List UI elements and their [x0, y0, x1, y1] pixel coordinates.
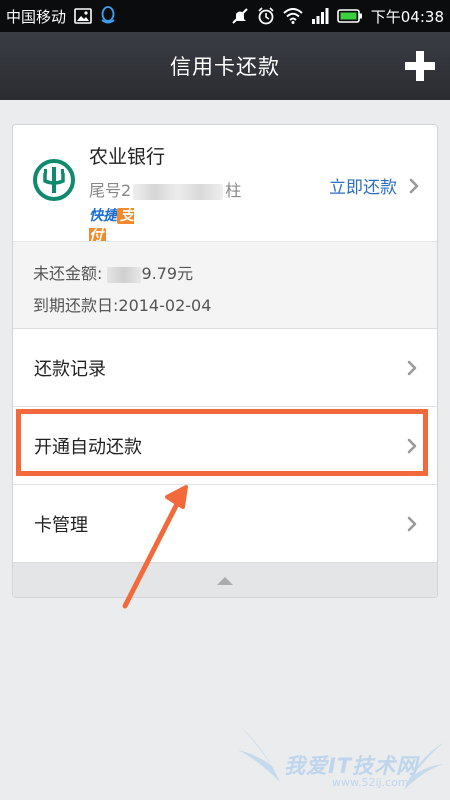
qq-icon	[100, 6, 116, 26]
collapse-button[interactable]	[13, 563, 437, 597]
chevron-right-icon	[407, 360, 417, 375]
signal-icon	[311, 8, 329, 24]
blurred-card-number	[133, 183, 224, 200]
wings-logo-icon	[238, 724, 444, 790]
clock-time: 下午04:38	[370, 7, 444, 26]
abc-bank-logo-icon	[33, 159, 75, 201]
battery-icon	[336, 9, 363, 23]
menu-item-repayment-records[interactable]: 还款记录	[13, 329, 437, 407]
chevron-right-icon	[409, 178, 419, 193]
menu-item-card-management[interactable]: 卡管理	[13, 485, 437, 563]
quickpay-text-a: 快捷	[89, 208, 117, 224]
pay-now-label: 立即还款	[329, 178, 397, 198]
add-card-button[interactable]	[400, 46, 440, 86]
status-bar: 中国移动 下午04:38	[0, 0, 450, 32]
app-header: 信用卡还款	[0, 32, 450, 100]
card-tail-number: 尾号2 柱	[89, 177, 241, 201]
watermark: 我爱IT技术网 www.52ij.com	[236, 720, 446, 798]
page-title: 信用卡还款	[170, 55, 280, 79]
bank-card-row: 农业银行 尾号2 柱 快捷 支付 立即还款	[13, 125, 437, 244]
triangle-up-icon	[217, 577, 233, 585]
mute-icon	[231, 7, 249, 25]
tail-prefix: 尾号2	[89, 181, 132, 200]
alarm-icon	[257, 7, 275, 25]
plus-icon	[405, 51, 435, 81]
due-date: 到期还款日:2014-02-04	[33, 296, 212, 315]
menu-label: 开通自动还款	[34, 436, 142, 458]
bank-name: 农业银行	[89, 146, 166, 168]
unpaid-amount: 未还金额: 9.79元	[33, 260, 193, 284]
watermark-url: www.52ij.com	[332, 776, 409, 789]
pay-now-link[interactable]: 立即还款	[329, 173, 419, 198]
bill-info: 未还金额: 9.79元 到期还款日:2014-02-04	[13, 241, 437, 329]
tail-suffix: 柱	[225, 181, 242, 200]
unpaid-label: 未还金额:	[33, 264, 108, 283]
wifi-icon	[283, 8, 303, 24]
unpaid-amount-value: 9.79元	[141, 264, 194, 283]
blurred-amount	[107, 266, 142, 283]
carrier-label: 中国移动	[6, 7, 67, 26]
watermark-text: 我爱IT技术网	[284, 754, 419, 778]
image-icon	[74, 8, 92, 24]
chevron-right-icon	[407, 438, 417, 453]
menu-label: 还款记录	[34, 358, 106, 380]
chevron-right-icon	[407, 516, 417, 531]
menu-item-auto-repayment[interactable]: 开通自动还款	[13, 407, 437, 485]
quickpay-badge: 快捷 支付	[89, 205, 149, 244]
menu-label: 卡管理	[34, 514, 88, 536]
credit-card-panel: 农业银行 尾号2 柱 快捷 支付 立即还款 未还金额: 9.79元 到期还款日:20…	[12, 124, 438, 598]
